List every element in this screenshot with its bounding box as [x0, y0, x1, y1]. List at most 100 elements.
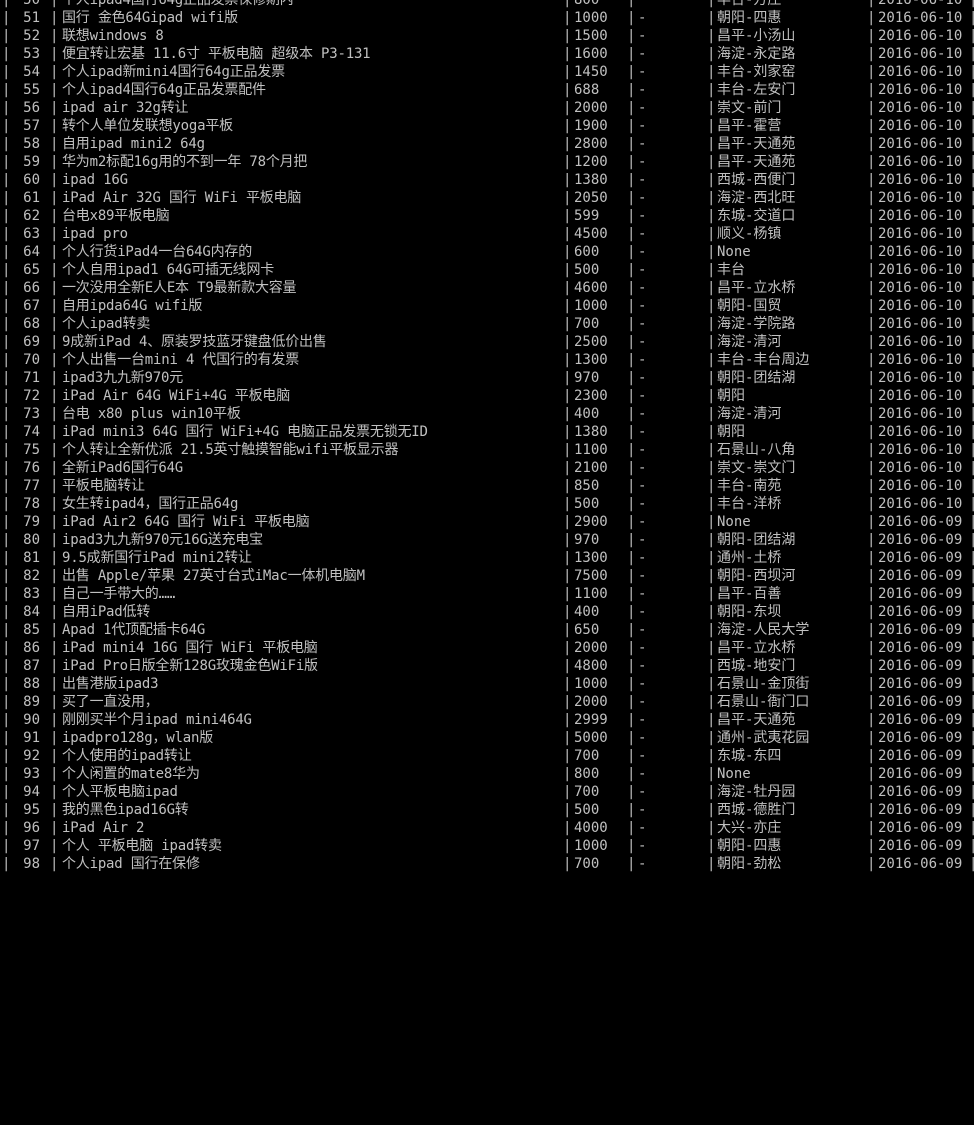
column-separator: | [707, 424, 716, 440]
column-separator: | [563, 784, 572, 800]
column-separator: | [969, 136, 974, 152]
listing-location: 朝阳-东坝 [717, 604, 782, 620]
column-separator: | [50, 100, 59, 116]
column-separator: | [627, 802, 636, 818]
listing-price: 650 [574, 622, 600, 638]
row-id: 61 [23, 190, 40, 206]
table-row: | 70 | 个人出售一台mini 4 代国行的有发票 | 1300 | - |… [0, 351, 974, 369]
column-separator: | [563, 388, 572, 404]
listing-location: 海淀-西北旺 [717, 190, 796, 206]
column-separator: | [2, 298, 11, 314]
column-separator: | [867, 0, 876, 8]
column-separator: | [867, 496, 876, 512]
listing-extra: - [638, 298, 647, 314]
listing-date: 2016-06-10 [878, 352, 963, 368]
column-separator: | [50, 856, 59, 872]
column-separator: | [707, 82, 716, 98]
column-separator: | [50, 712, 59, 728]
column-separator: | [969, 28, 974, 44]
column-separator: | [867, 802, 876, 818]
listing-title: 华为m2标配16g用的不到一年 78个月把 [62, 154, 308, 170]
listing-extra: - [638, 100, 647, 116]
column-separator: | [969, 550, 974, 566]
table-row: | 90 | 刚刚买半个月ipad mini464G | 2999 | - | … [0, 711, 974, 729]
listing-date: 2016-06-10 [878, 370, 963, 386]
listing-location: 崇文-前门 [717, 100, 782, 116]
listing-title: 个人ipad新mini4国行64g正品发票 [62, 64, 285, 80]
row-id: 52 [23, 28, 40, 44]
column-separator: | [867, 208, 876, 224]
row-id: 76 [23, 460, 40, 476]
column-separator: | [707, 568, 716, 584]
table-row: | 79 | iPad Air2 64G 国行 WiFi 平板电脑 | 2900… [0, 513, 974, 531]
column-separator: | [707, 280, 716, 296]
column-separator: | [627, 532, 636, 548]
column-separator: | [969, 334, 974, 350]
listing-date: 2016-06-09 [878, 748, 963, 764]
column-separator: | [50, 262, 59, 278]
row-id: 72 [23, 388, 40, 404]
listing-date: 2016-06-09 [878, 838, 963, 854]
listing-title: 个人ipad 国行在保修 [62, 856, 200, 872]
listing-price: 1500 [574, 28, 608, 44]
listing-date: 2016-06-10 [878, 496, 963, 512]
column-separator: | [969, 712, 974, 728]
column-separator: | [50, 784, 59, 800]
row-id: 78 [23, 496, 40, 512]
column-separator: | [627, 496, 636, 512]
listing-extra: - [638, 712, 647, 728]
listing-date: 2016-06-10 [878, 406, 963, 422]
column-separator: | [707, 478, 716, 494]
listing-date: 2016-06-10 [878, 28, 963, 44]
listing-location: 西城-德胜门 [717, 802, 796, 818]
row-id: 77 [23, 478, 40, 494]
column-separator: | [707, 460, 716, 476]
listing-date: 2016-06-10 [878, 46, 963, 62]
listing-location: 海淀-人民大学 [717, 622, 810, 638]
listing-location: None [717, 514, 751, 530]
row-id: 64 [23, 244, 40, 260]
column-separator: | [867, 532, 876, 548]
table-row: | 57 | 转个人单位发联想yoga平板 | 1900 | - | 昌平-霍营… [0, 117, 974, 135]
table-row: | 78 | 女生转ipad4，国行正品64g | 500 | - | 丰台-洋… [0, 495, 974, 513]
column-separator: | [627, 730, 636, 746]
column-separator: | [2, 208, 11, 224]
listing-title: 买了一直没用， [62, 694, 159, 710]
column-separator: | [627, 82, 636, 98]
table-row: | 73 | 台电 x80 plus win10平板 | 400 | - | 海… [0, 405, 974, 423]
column-separator: | [2, 82, 11, 98]
listing-title: 9.5成新国行iPad mini2转让 [62, 550, 252, 566]
listing-title: 平板电脑转让 [62, 478, 145, 494]
row-id: 89 [23, 694, 40, 710]
listing-extra: - [638, 550, 647, 566]
listing-extra: - [638, 658, 647, 674]
column-separator: | [2, 28, 11, 44]
column-separator: | [707, 370, 716, 386]
table-row: | 69 | 9成新iPad 4、原装罗技蓝牙键盘低价出售 | 2500 | -… [0, 333, 974, 351]
column-separator: | [867, 622, 876, 638]
listing-title: 自用ipda64G wifi版 [62, 298, 203, 314]
row-id: 54 [23, 64, 40, 80]
column-separator: | [563, 838, 572, 854]
row-id: 67 [23, 298, 40, 314]
listing-extra: - [638, 568, 647, 584]
row-id: 86 [23, 640, 40, 656]
table-row: | 87 | iPad Pro日版全新128G玫瑰金色WiFi版 | 4800 … [0, 657, 974, 675]
row-id: 73 [23, 406, 40, 422]
column-separator: | [50, 442, 59, 458]
column-separator: | [707, 766, 716, 782]
column-separator: | [627, 550, 636, 566]
listing-price: 2500 [574, 334, 608, 350]
listing-location: 丰台-丰台周边 [717, 352, 810, 368]
listing-date: 2016-06-10 [878, 334, 963, 350]
column-separator: | [707, 658, 716, 674]
column-separator: | [563, 100, 572, 116]
listing-price: 2100 [574, 460, 608, 476]
column-separator: | [2, 622, 11, 638]
listing-price: 700 [574, 856, 600, 872]
column-separator: | [563, 172, 572, 188]
column-separator: | [627, 208, 636, 224]
column-separator: | [563, 118, 572, 134]
listing-extra: - [638, 748, 647, 764]
column-separator: | [563, 352, 572, 368]
